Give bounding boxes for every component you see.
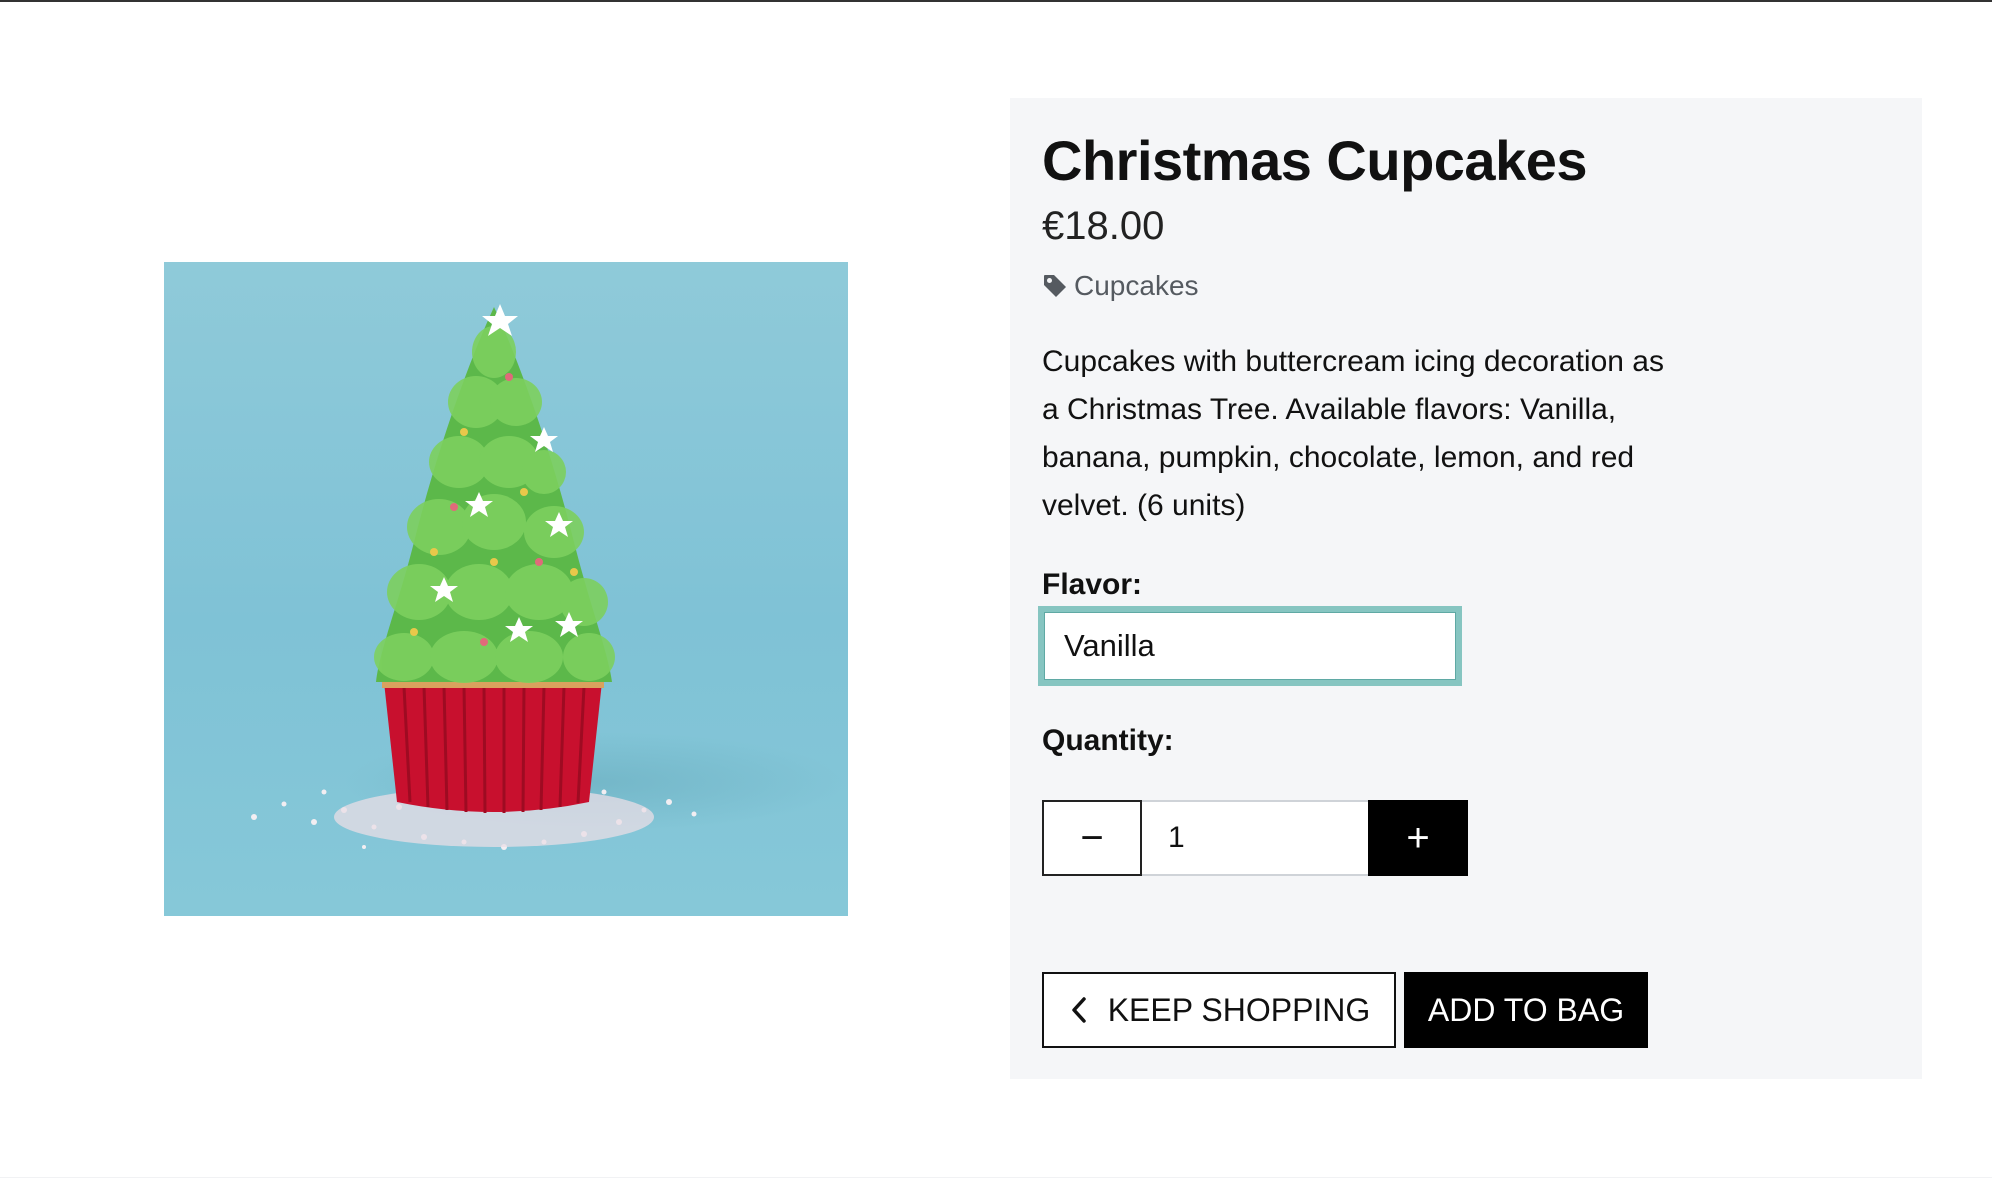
product-category-link[interactable]: Cupcakes xyxy=(1042,270,1199,302)
tag-icon xyxy=(1042,273,1068,299)
category-label: Cupcakes xyxy=(1074,270,1199,301)
quantity-input[interactable]: 1 xyxy=(1142,800,1368,876)
flavor-selected-value: Vanilla xyxy=(1064,628,1155,663)
quantity-value: 1 xyxy=(1168,821,1185,854)
product-description: Cupcakes with buttercream icing decorati… xyxy=(1042,345,1664,522)
chevron-left-icon xyxy=(1068,995,1090,1025)
product-title: Christmas Cupcakes xyxy=(1042,129,1588,192)
add-to-bag-button[interactable]: ADD TO BAG xyxy=(1404,972,1648,1048)
quantity-label: Quantity: xyxy=(1042,724,1174,757)
product-image xyxy=(164,262,848,916)
plus-icon: + xyxy=(1406,815,1430,860)
add-to-bag-label: ADD TO BAG xyxy=(1427,991,1625,1028)
keep-shopping-button[interactable]: KEEP SHOPPING xyxy=(1042,972,1396,1048)
quantity-stepper: − 1 + xyxy=(1042,800,1468,876)
keep-shopping-label: KEEP SHOPPING xyxy=(1107,991,1371,1028)
product-price: €18.00 xyxy=(1042,204,1165,248)
product-detail-page: Christmas Cupcakes €18.00 Cupcakes Cupca… xyxy=(0,0,1992,1178)
flavor-select[interactable]: Vanilla xyxy=(1038,606,1462,686)
product-actions: KEEP SHOPPING ADD TO BAG xyxy=(1042,972,1648,1048)
flavor-label: Flavor: xyxy=(1042,568,1143,601)
product-info-panel: Christmas Cupcakes €18.00 Cupcakes Cupca… xyxy=(1010,98,1922,1079)
decrement-quantity-button[interactable]: − xyxy=(1042,800,1142,876)
increment-quantity-button[interactable]: + xyxy=(1368,800,1468,876)
minus-icon: − xyxy=(1080,815,1104,860)
